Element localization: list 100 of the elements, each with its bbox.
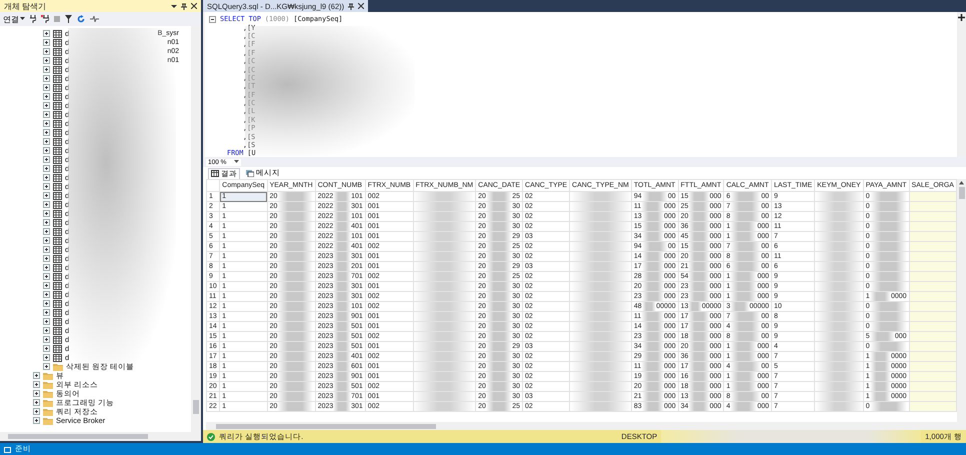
blurred-region [486, 342, 512, 350]
window-icon [3, 446, 11, 452]
expand-icon[interactable] [33, 390, 40, 397]
blurred-region [641, 362, 664, 370]
expand-icon[interactable] [43, 246, 50, 253]
expand-icon[interactable] [43, 345, 50, 352]
activity-icon[interactable] [90, 16, 99, 22]
expand-icon[interactable] [43, 183, 50, 190]
expand-icon[interactable] [43, 39, 50, 46]
blurred-region [642, 332, 664, 340]
pin-icon[interactable] [181, 2, 187, 10]
blurred-region [277, 332, 313, 340]
blurred-region [333, 402, 352, 410]
blurred-region [870, 202, 907, 210]
blurred-region [688, 332, 710, 340]
expand-icon[interactable] [33, 408, 40, 415]
expand-icon[interactable] [43, 318, 50, 325]
dropdown-icon[interactable] [171, 3, 177, 9]
blurred-region [870, 302, 907, 310]
collapse-icon[interactable] [209, 16, 216, 23]
split-icon[interactable] [958, 14, 965, 21]
blurred-region [641, 202, 664, 210]
blurred-region [730, 262, 762, 270]
expand-icon[interactable] [43, 138, 50, 145]
connect-button[interactable]: 연결 [3, 14, 25, 24]
expand-icon[interactable] [43, 111, 50, 118]
expand-icon[interactable] [43, 57, 50, 64]
expand-icon[interactable] [43, 66, 50, 73]
expand-icon[interactable] [43, 174, 50, 181]
blurred-region [730, 212, 762, 220]
blurred-region [277, 302, 313, 310]
vertical-scrollbar[interactable] [191, 26, 201, 432]
expand-icon[interactable] [43, 354, 50, 361]
scroll-thumb[interactable] [958, 187, 964, 199]
blurred-region [486, 282, 512, 290]
blurred-region [277, 272, 313, 280]
blurred-region [333, 392, 352, 400]
close-icon[interactable] [358, 3, 364, 9]
expand-icon[interactable] [43, 282, 50, 289]
filter-icon[interactable] [65, 15, 72, 23]
expand-icon[interactable] [43, 30, 50, 37]
expand-icon[interactable] [43, 363, 50, 370]
horizontal-scrollbar[interactable] [206, 422, 966, 430]
expand-icon[interactable] [33, 381, 40, 388]
blurred-region [277, 242, 313, 250]
blurred-region [642, 402, 664, 410]
expand-icon[interactable] [43, 237, 50, 244]
expand-icon[interactable] [43, 147, 50, 154]
disconnect-icon[interactable] [41, 15, 49, 23]
blurred-region [870, 402, 907, 410]
expand-icon[interactable] [43, 273, 50, 280]
expand-icon[interactable] [43, 327, 50, 334]
blurred-region [870, 332, 895, 340]
blurred-region [333, 332, 352, 340]
expand-icon[interactable] [43, 309, 50, 316]
blurred-region [642, 382, 664, 390]
expand-icon[interactable] [43, 48, 50, 55]
blurred-region [333, 242, 352, 250]
expand-icon[interactable] [33, 372, 40, 379]
caret-icon[interactable] [959, 181, 964, 185]
expand-icon[interactable] [43, 120, 50, 127]
vertical-scrollbar[interactable] [957, 12, 966, 157]
expand-icon[interactable] [43, 75, 50, 82]
blurred-region [688, 282, 710, 290]
blurred-region [486, 382, 512, 390]
expand-icon[interactable] [43, 84, 50, 91]
expand-icon[interactable] [43, 129, 50, 136]
expand-icon[interactable] [43, 255, 50, 262]
plug-icon[interactable] [30, 15, 36, 23]
pin-icon[interactable] [348, 2, 354, 10]
expand-icon[interactable] [43, 201, 50, 208]
expand-icon[interactable] [33, 399, 40, 406]
blurred-region [333, 202, 352, 210]
expand-icon[interactable] [43, 102, 50, 109]
blurred-region [870, 312, 907, 320]
horizontal-scrollbar[interactable] [0, 432, 201, 441]
expand-icon[interactable] [43, 300, 50, 307]
blurred-region [486, 332, 512, 340]
blurred-region [688, 362, 710, 370]
blurred-region [688, 322, 710, 330]
expand-icon[interactable] [43, 291, 50, 298]
blurred-region [333, 302, 352, 310]
expand-icon[interactable] [43, 156, 50, 163]
expand-icon[interactable] [43, 192, 50, 199]
expand-icon[interactable] [33, 417, 40, 424]
refresh-icon[interactable] [77, 15, 85, 23]
blurred-region [277, 312, 313, 320]
expand-icon[interactable] [43, 165, 50, 172]
blurred-region [486, 392, 512, 400]
expand-icon[interactable] [43, 336, 50, 343]
expand-icon[interactable] [43, 93, 50, 100]
expand-icon[interactable] [43, 228, 50, 235]
close-icon[interactable] [191, 3, 197, 9]
expand-icon[interactable] [43, 264, 50, 271]
expand-icon[interactable] [43, 219, 50, 226]
blurred-region [277, 282, 313, 290]
blurred-region [642, 232, 664, 240]
expand-icon[interactable] [43, 210, 50, 217]
blurred-region [870, 392, 891, 400]
vertical-scrollbar[interactable] [957, 179, 966, 422]
